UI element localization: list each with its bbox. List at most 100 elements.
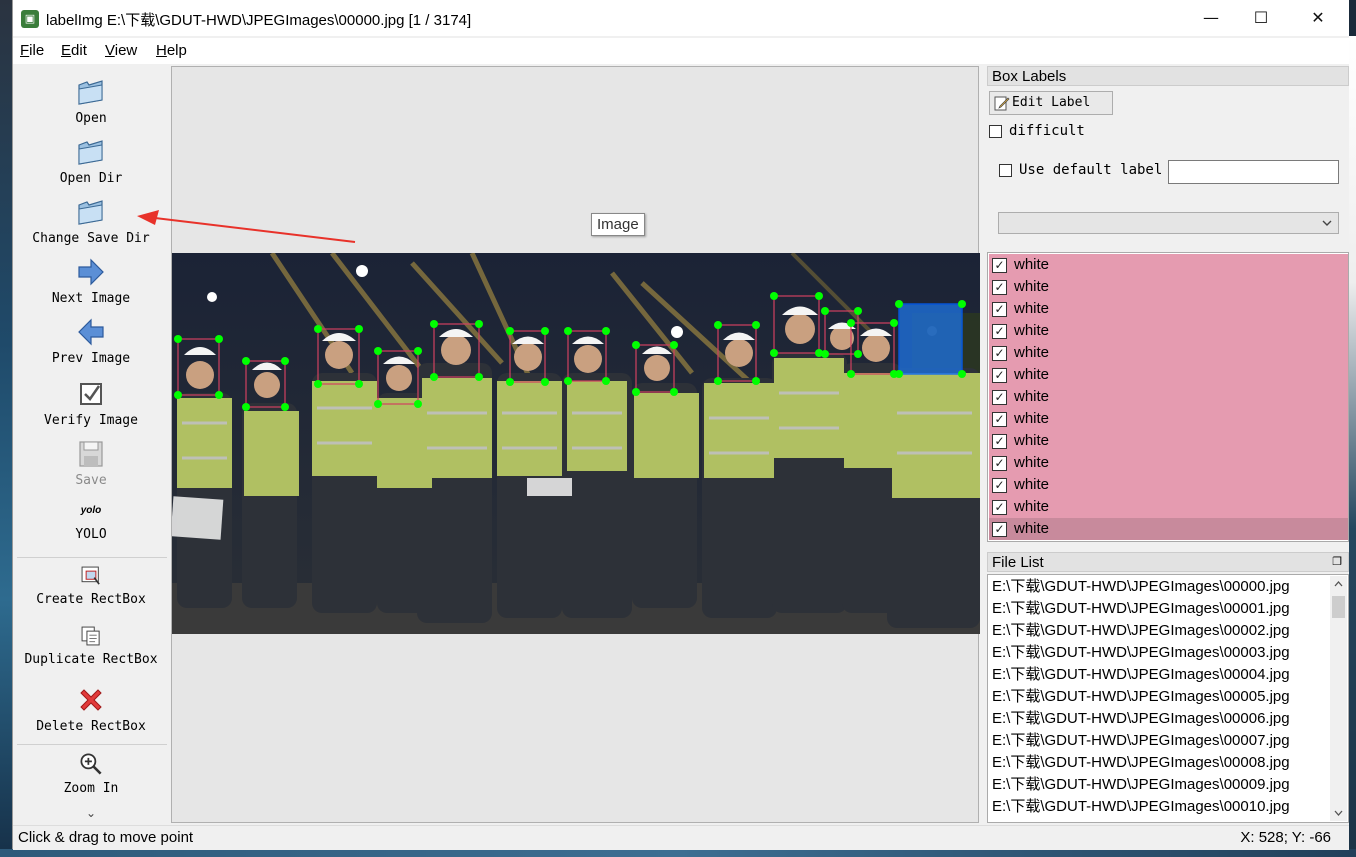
check-icon[interactable]: ✓ xyxy=(992,456,1007,471)
scroll-up-icon[interactable] xyxy=(1334,580,1343,587)
check-icon[interactable]: ✓ xyxy=(992,522,1007,537)
label-row[interactable]: ✓ white xyxy=(989,386,1348,408)
toolbar-more-chevron-icon[interactable]: ⌄ xyxy=(13,806,169,820)
difficult-checkbox[interactable] xyxy=(989,125,1002,138)
selected-bounding-box[interactable] xyxy=(898,303,963,375)
scroll-thumb[interactable] xyxy=(1332,596,1345,618)
duplicate-icon xyxy=(81,626,100,646)
yolo-icon: yolo xyxy=(80,505,102,516)
file-list[interactable]: E:\下载\GDUT-HWD\JPEGImages\00000.jpg E:\下… xyxy=(987,574,1349,823)
menu-bar: File Edit View Help xyxy=(13,38,1349,64)
menu-file[interactable]: File xyxy=(20,42,44,59)
check-icon[interactable]: ✓ xyxy=(992,434,1007,449)
delete-rectbox-button[interactable]: Delete RectBox xyxy=(13,684,169,734)
right-panel: Box Labels Edit Label difficult Use defa… xyxy=(987,66,1349,823)
label-row[interactable]: ✓ white xyxy=(989,408,1348,430)
file-list-item[interactable]: E:\下载\GDUT-HWD\JPEGImages\00000.jpg xyxy=(992,576,1290,598)
edit-label-text: Edit Label xyxy=(1012,95,1091,110)
desktop-background-bottom xyxy=(0,849,1356,857)
check-icon[interactable]: ✓ xyxy=(992,258,1007,273)
arrow-right-icon xyxy=(78,258,104,286)
label-row[interactable]: ✓ white xyxy=(989,430,1348,452)
file-list-item[interactable]: E:\下载\GDUT-HWD\JPEGImages\00006.jpg xyxy=(992,708,1290,730)
annotated-photo[interactable] xyxy=(172,253,980,634)
close-button[interactable]: ✕ xyxy=(1295,0,1341,36)
menu-view[interactable]: View xyxy=(105,42,137,59)
check-icon[interactable]: ✓ xyxy=(992,302,1007,317)
check-icon[interactable]: ✓ xyxy=(992,412,1007,427)
arrow-left-icon xyxy=(78,318,104,346)
open-dir-button[interactable]: Open Dir xyxy=(13,136,169,186)
duplicate-rectbox-label: Duplicate RectBox xyxy=(24,652,158,667)
maximize-button[interactable]: ☐ xyxy=(1238,0,1284,36)
check-icon[interactable]: ✓ xyxy=(992,346,1007,361)
difficult-label: difficult xyxy=(1009,123,1085,139)
open-button[interactable]: Open xyxy=(13,76,169,126)
folder-open-icon xyxy=(78,140,103,165)
file-list-item[interactable]: E:\下载\GDUT-HWD\JPEGImages\00010.jpg xyxy=(992,796,1290,818)
prev-image-button[interactable]: Prev Image xyxy=(13,316,169,366)
scroll-down-icon[interactable] xyxy=(1334,810,1343,817)
open-label: Open xyxy=(75,111,107,126)
desktop-background-left xyxy=(0,0,12,857)
label-row[interactable]: ✓ white xyxy=(989,342,1348,364)
format-yolo-button[interactable]: yolo YOLO xyxy=(13,502,169,542)
label-row[interactable]: ✓ white xyxy=(989,452,1348,474)
desktop-background-right xyxy=(1348,36,1356,857)
red-arrow-annotation xyxy=(137,210,356,243)
label-row[interactable]: ✓ white xyxy=(989,276,1348,298)
duplicate-rectbox-button[interactable]: Duplicate RectBox xyxy=(13,623,169,667)
default-label-input[interactable] xyxy=(1168,160,1339,184)
format-label: YOLO xyxy=(75,527,107,542)
file-list-title: File List ❐ xyxy=(987,552,1349,572)
edit-label-button[interactable]: Edit Label xyxy=(989,91,1113,115)
label-row[interactable]: ✓ white xyxy=(989,320,1348,342)
file-list-item[interactable]: E:\下载\GDUT-HWD\JPEGImages\00009.jpg xyxy=(992,774,1290,796)
label-list[interactable]: ✓ white ✓ white ✓ white ✓ white ✓ white ✓ whit… xyxy=(987,252,1349,542)
label-row[interactable]: ✓ white xyxy=(989,496,1348,518)
file-list-item[interactable]: E:\下载\GDUT-HWD\JPEGImages\00008.jpg xyxy=(992,752,1290,774)
check-icon[interactable]: ✓ xyxy=(992,280,1007,295)
open-dir-label: Open Dir xyxy=(59,171,123,186)
save-button[interactable]: Save xyxy=(13,438,169,488)
toolbar-separator xyxy=(17,744,167,745)
status-bar: Click & drag to move point X: 528; Y: -6… xyxy=(13,825,1349,850)
next-image-button[interactable]: Next Image xyxy=(13,256,169,306)
check-icon[interactable]: ✓ xyxy=(992,324,1007,339)
file-list-item[interactable]: E:\下载\GDUT-HWD\JPEGImages\00003.jpg xyxy=(992,642,1290,664)
folder-open-icon xyxy=(78,200,103,225)
create-rectbox-icon xyxy=(81,566,100,585)
check-icon[interactable]: ✓ xyxy=(992,368,1007,383)
toolbar: Open Open Dir Change Save Dir Next Image… xyxy=(13,66,169,823)
zoom-in-button[interactable]: Zoom In xyxy=(13,750,169,796)
file-list-item[interactable]: E:\下载\GDUT-HWD\JPEGImages\00001.jpg xyxy=(992,598,1290,620)
prev-image-label: Prev Image xyxy=(51,351,131,366)
label-row[interactable]: ✓ white xyxy=(989,298,1348,320)
file-list-title-text: File List xyxy=(992,554,1044,571)
label-row[interactable]: ✓ white xyxy=(989,364,1348,386)
file-list-scrollbar[interactable] xyxy=(1330,576,1347,821)
undock-icon[interactable]: ❐ xyxy=(1332,553,1342,572)
file-list-item[interactable]: E:\下载\GDUT-HWD\JPEGImages\00004.jpg xyxy=(992,664,1290,686)
label-row[interactable]: ✓ white xyxy=(989,474,1348,496)
minimize-button[interactable]: — xyxy=(1188,0,1234,36)
check-icon[interactable]: ✓ xyxy=(992,390,1007,405)
file-list-item[interactable]: E:\下载\GDUT-HWD\JPEGImages\00007.jpg xyxy=(992,730,1290,752)
menu-help[interactable]: Help xyxy=(156,42,187,59)
label-row[interactable]: ✓ white xyxy=(989,254,1348,276)
menu-edit[interactable]: Edit xyxy=(61,42,87,59)
check-icon[interactable]: ✓ xyxy=(992,500,1007,515)
use-default-label-checkbox[interactable] xyxy=(999,164,1012,177)
check-icon[interactable]: ✓ xyxy=(992,478,1007,493)
labelimg-window: ▣ labelImg E:\下载\GDUT-HWD\JPEGImages\000… xyxy=(12,0,1349,850)
label-row-selected[interactable]: ✓ white xyxy=(989,518,1348,540)
app-icon: ▣ xyxy=(21,10,39,28)
file-list-item[interactable]: E:\下载\GDUT-HWD\JPEGImages\00005.jpg xyxy=(992,686,1290,708)
create-rectbox-button[interactable]: Create RectBox xyxy=(13,563,169,607)
verify-image-label: Verify Image xyxy=(44,413,138,428)
label-combo-box[interactable] xyxy=(998,212,1339,234)
toolbar-separator xyxy=(17,557,167,558)
verify-image-button[interactable]: Verify Image xyxy=(13,378,169,428)
file-list-item[interactable]: E:\下载\GDUT-HWD\JPEGImages\00002.jpg xyxy=(992,620,1290,642)
box-labels-title: Box Labels xyxy=(987,66,1349,86)
